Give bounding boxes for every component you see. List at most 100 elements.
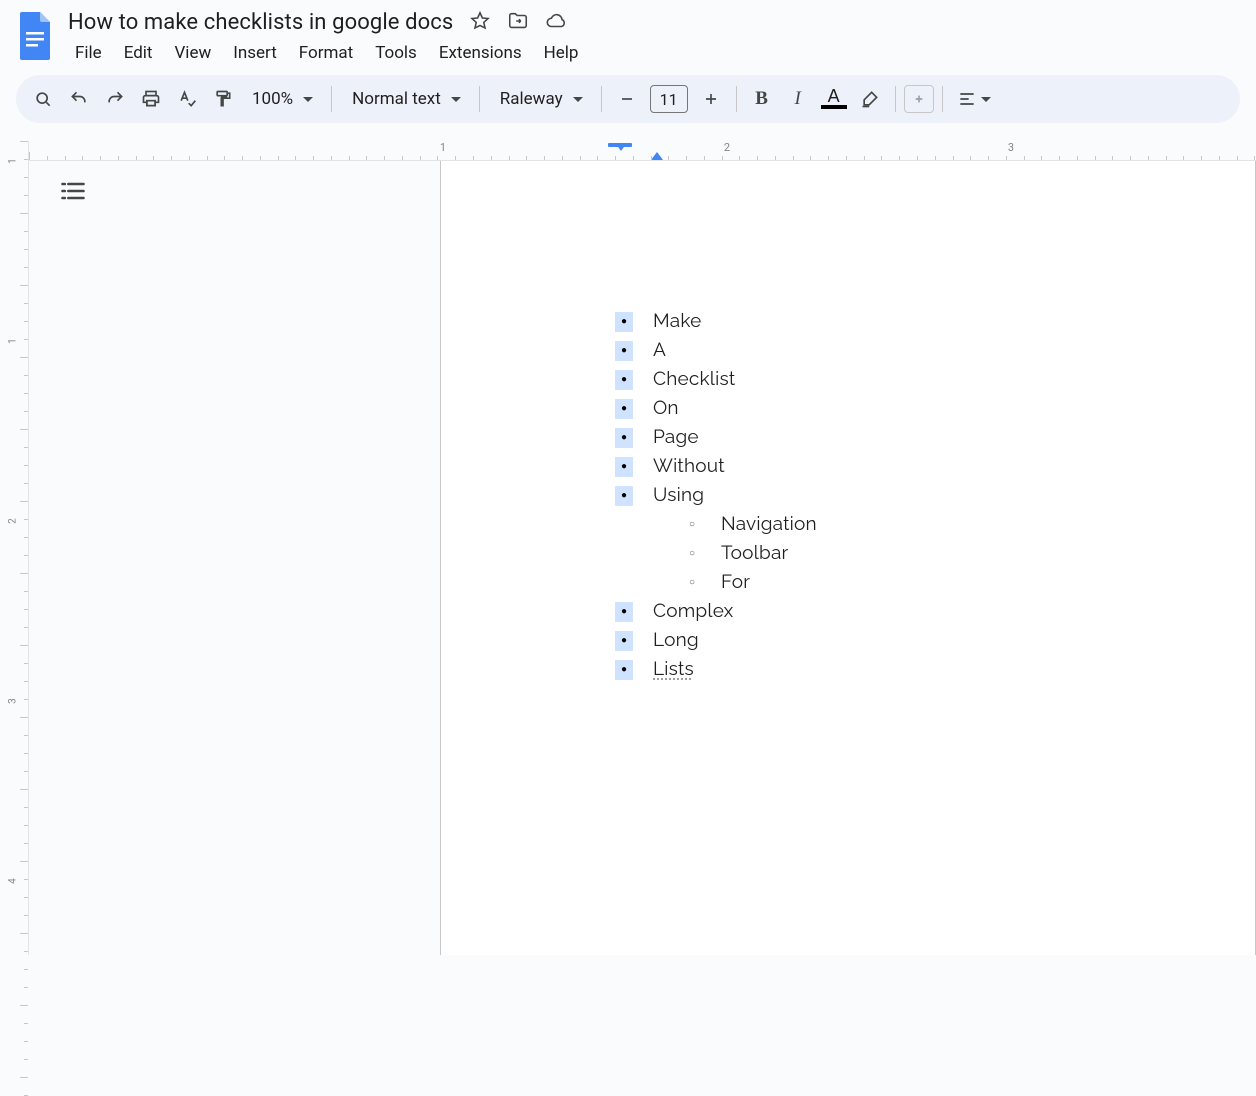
highlight-color-button[interactable] <box>853 82 887 116</box>
ruler-label: 4 <box>8 878 19 884</box>
list-item-text[interactable]: Navigation <box>721 510 817 539</box>
disc-bullet-icon <box>615 631 633 651</box>
title-bar: How to make checklists in google docs Fi… <box>0 0 1256 75</box>
disc-bullet-icon <box>615 602 633 622</box>
print-button[interactable] <box>134 82 168 116</box>
disc-bullet-icon <box>615 370 633 390</box>
chevron-down-icon <box>981 97 991 102</box>
increase-font-size-button[interactable] <box>694 82 728 116</box>
document-page[interactable]: MakeAChecklistOnPageWithoutUsing Navigati… <box>440 161 1256 955</box>
chevron-down-icon <box>451 97 461 102</box>
undo-button[interactable] <box>62 82 96 116</box>
font-family-dropdown[interactable]: Raleway <box>488 82 593 116</box>
ruler-first-line-indent[interactable] <box>616 144 626 151</box>
list-item-text[interactable]: Lists <box>653 655 694 684</box>
italic-button[interactable]: I <box>781 82 815 116</box>
list-item[interactable]: Long <box>615 626 1161 655</box>
cloud-saved-icon[interactable] <box>545 10 567 36</box>
menu-help[interactable]: Help <box>535 39 588 67</box>
list-item[interactable]: Checklist <box>615 365 1161 394</box>
document-content[interactable]: MakeAChecklistOnPageWithoutUsing Navigati… <box>441 161 1255 684</box>
star-icon[interactable] <box>469 10 491 36</box>
docs-app-icon[interactable] <box>16 10 56 62</box>
font-family-value: Raleway <box>500 89 563 109</box>
list-item-text[interactable]: Checklist <box>653 365 735 394</box>
disc-bullet-icon <box>615 428 633 448</box>
menu-extensions[interactable]: Extensions <box>430 39 531 67</box>
ruler-label: 1 <box>8 158 19 164</box>
list-item-text[interactable]: Using <box>653 481 704 510</box>
ruler-label: 3 <box>1008 141 1014 154</box>
list-item-text[interactable]: Toolbar <box>721 539 788 568</box>
spellcheck-button[interactable] <box>170 82 204 116</box>
list-item-text[interactable]: On <box>653 394 679 423</box>
bold-button[interactable]: B <box>745 82 779 116</box>
chevron-down-icon <box>303 97 313 102</box>
decrease-font-size-button[interactable] <box>610 82 644 116</box>
separator <box>479 86 480 112</box>
vertical-ruler[interactable]: 1 1 2 3 4 <box>0 141 29 955</box>
document-title[interactable]: How to make checklists in google docs <box>66 8 455 37</box>
separator <box>942 86 943 112</box>
separator <box>331 86 332 112</box>
list-item[interactable]: A <box>615 336 1161 365</box>
ruler-label: 1 <box>440 141 446 154</box>
ruler-label: 2 <box>8 518 19 524</box>
circle-bullet-icon <box>683 573 701 593</box>
ruler-label: 3 <box>8 698 19 704</box>
list-item-text[interactable]: Complex <box>653 597 733 626</box>
show-outline-button[interactable] <box>59 179 87 207</box>
list-item[interactable]: Make <box>615 307 1161 336</box>
search-menus-button[interactable] <box>26 82 60 116</box>
menu-edit[interactable]: Edit <box>115 39 162 67</box>
chevron-down-icon <box>573 97 583 102</box>
list-item[interactable]: Lists <box>615 655 1161 684</box>
menu-file[interactable]: File <box>66 39 111 67</box>
menu-insert[interactable]: Insert <box>224 39 286 67</box>
list-item[interactable]: Page <box>615 423 1161 452</box>
disc-bullet-icon <box>615 399 633 419</box>
font-size-input[interactable]: 11 <box>650 85 688 113</box>
list-item-text[interactable]: Make <box>653 307 701 336</box>
list-item[interactable]: Without <box>615 452 1161 481</box>
list-item-text[interactable]: Without <box>653 452 725 481</box>
paragraph-style-dropdown[interactable]: Normal text <box>340 82 471 116</box>
menu-view[interactable]: View <box>165 39 220 67</box>
zoom-value: 100% <box>252 89 293 109</box>
menu-format[interactable]: Format <box>290 39 362 67</box>
redo-button[interactable] <box>98 82 132 116</box>
horizontal-ruler[interactable]: 1234 <box>29 141 1256 161</box>
toolbar: 100% Normal text Raleway 11 B I A <box>16 75 1240 123</box>
list-subitem[interactable]: Toolbar <box>683 539 1161 568</box>
list-item[interactable]: On <box>615 394 1161 423</box>
list-item-text[interactable]: For <box>721 568 750 597</box>
ruler-label: 1 <box>8 338 19 344</box>
zoom-dropdown[interactable]: 100% <box>242 89 323 109</box>
list-item-text[interactable]: Long <box>653 626 699 655</box>
separator <box>736 86 737 112</box>
circle-bullet-icon <box>683 544 701 564</box>
separator <box>601 86 602 112</box>
disc-bullet-icon <box>615 341 633 361</box>
list-subitem[interactable]: For <box>683 568 1161 597</box>
paint-format-button[interactable] <box>206 82 240 116</box>
text-color-button[interactable]: A <box>817 82 851 116</box>
move-to-folder-icon[interactable] <box>507 10 529 36</box>
circle-bullet-icon <box>683 515 701 535</box>
add-comment-button[interactable] <box>904 85 934 113</box>
menu-bar: File Edit View Insert Format Tools Exten… <box>66 37 587 75</box>
workspace: 1 1 2 3 4 1 2 3 4 MakeAChecklistOnPageWithoutUs… <box>0 141 1256 955</box>
list-item-text[interactable]: A <box>653 336 666 365</box>
align-dropdown[interactable] <box>951 82 997 116</box>
disc-bullet-icon <box>615 312 633 332</box>
disc-bullet-icon <box>615 457 633 477</box>
paragraph-style-value: Normal text <box>352 89 441 109</box>
menu-tools[interactable]: Tools <box>366 39 426 67</box>
ruler-hanging-indent[interactable] <box>651 152 663 160</box>
separator <box>895 86 896 112</box>
list-item-text[interactable]: Page <box>653 423 699 452</box>
list-subitem[interactable]: Navigation <box>683 510 1161 539</box>
list-item[interactable]: Complex <box>615 597 1161 626</box>
list-item[interactable]: Using <box>615 481 1161 510</box>
ruler-label: 2 <box>724 141 730 154</box>
